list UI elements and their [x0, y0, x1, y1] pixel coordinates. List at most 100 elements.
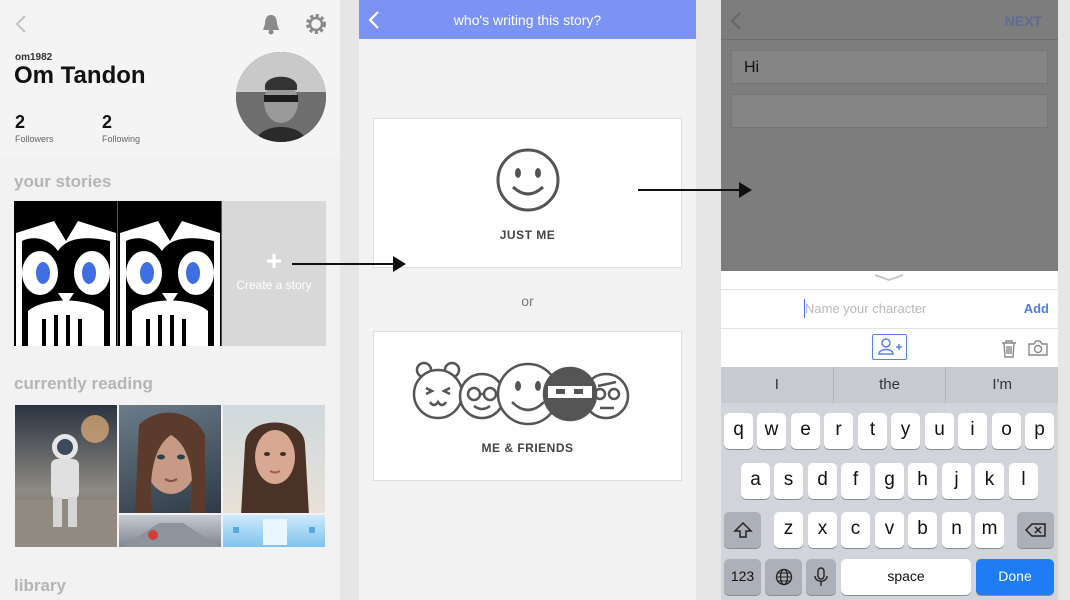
back-chevron-icon[interactable]	[729, 11, 743, 31]
key-w[interactable]: w	[757, 413, 786, 449]
space-key[interactable]: space	[841, 559, 971, 595]
story-cover[interactable]	[118, 201, 222, 346]
key-s[interactable]: s	[774, 463, 803, 499]
key-v[interactable]: v	[875, 512, 904, 548]
add-person-icon	[878, 338, 902, 355]
your-stories-title: your stories	[14, 172, 112, 191]
key-l[interactable]: l	[1009, 463, 1038, 499]
story-line[interactable]: Hi	[731, 50, 1048, 84]
book-cover[interactable]	[222, 514, 326, 548]
shift-key[interactable]	[724, 512, 761, 548]
key-p[interactable]: p	[1025, 413, 1054, 449]
globe-icon	[775, 568, 792, 586]
done-key[interactable]: Done	[976, 559, 1054, 595]
next-button[interactable]: NEXT	[1005, 13, 1042, 29]
followers-stat[interactable]: 2 Followers	[15, 112, 54, 144]
page-title: who's writing this story?	[453, 12, 602, 28]
following-stat[interactable]: 2 Following	[102, 112, 140, 144]
create-story-button[interactable]: + Create a story	[222, 201, 326, 346]
screen-gutter	[696, 0, 721, 600]
astronaut-image	[15, 415, 117, 547]
key-i[interactable]: i	[958, 413, 987, 449]
key-r[interactable]: r	[824, 413, 853, 449]
keyboard: I the I'm q w e r t y u i o p a s d f g …	[721, 367, 1058, 600]
character-name-bar: Add	[721, 289, 1058, 329]
key-q[interactable]: q	[724, 413, 753, 449]
character-screen: NEXT Hi Add I the I'm q w e	[721, 0, 1058, 600]
or-divider: or	[521, 293, 534, 309]
key-f[interactable]: f	[841, 463, 870, 499]
backspace-key[interactable]	[1017, 512, 1054, 548]
story-cover[interactable]	[14, 201, 118, 346]
suggestion-bar: I the I'm	[721, 367, 1058, 403]
screen-gutter	[340, 0, 359, 600]
me-and-friends-option[interactable]: ME & FRIENDS	[373, 331, 682, 481]
suggestion-item[interactable]: I'm	[946, 367, 1058, 403]
key-k[interactable]: k	[975, 463, 1004, 499]
book-cover[interactable]	[14, 404, 118, 548]
flow-arrow	[292, 256, 406, 272]
key-j[interactable]: j	[942, 463, 971, 499]
key-a[interactable]: a	[741, 463, 770, 499]
story-line-text: Hi	[744, 59, 760, 76]
story-line-empty[interactable]	[731, 94, 1048, 128]
key-g[interactable]: g	[875, 463, 904, 499]
key-t[interactable]: t	[858, 413, 887, 449]
profile-topbar	[0, 0, 340, 48]
writer-select-header: who's writing this story?	[359, 0, 696, 39]
followers-count: 2	[15, 112, 26, 132]
add-person-button[interactable]	[872, 334, 907, 360]
key-m[interactable]: m	[975, 512, 1004, 548]
following-label: Following	[102, 134, 141, 144]
back-chevron-icon[interactable]	[12, 12, 32, 36]
owl-cover-art	[16, 221, 116, 346]
plus-icon: +	[265, 245, 283, 276]
writer-select-screen: who's writing this story? JUST ME or ME …	[359, 0, 696, 600]
book-cover[interactable]	[118, 404, 222, 514]
screen-gutter	[1058, 0, 1070, 600]
just-me-option[interactable]: JUST ME	[373, 118, 682, 268]
key-n[interactable]: n	[942, 512, 971, 548]
flow-arrow	[638, 182, 752, 198]
woman-portrait-image	[135, 412, 205, 513]
microphone-key[interactable]	[806, 559, 836, 595]
avatar[interactable]	[236, 52, 326, 142]
numbers-key[interactable]: 123	[724, 559, 761, 595]
chevron-down-icon[interactable]	[873, 273, 905, 283]
key-y[interactable]: y	[891, 413, 920, 449]
me-and-friends-label: ME & FRIENDS	[481, 441, 574, 455]
key-d[interactable]: d	[808, 463, 837, 499]
your-stories-row: + Create a story	[14, 201, 326, 346]
key-c[interactable]: c	[841, 512, 870, 548]
key-h[interactable]: h	[908, 463, 937, 499]
trash-icon[interactable]	[1000, 339, 1018, 358]
road-image	[122, 523, 220, 547]
bell-icon[interactable]	[260, 12, 282, 36]
key-u[interactable]: u	[925, 413, 954, 449]
currently-reading-grid	[14, 404, 326, 548]
backspace-icon	[1024, 523, 1046, 537]
book-cover[interactable]	[118, 514, 222, 548]
character-name-input[interactable]	[805, 301, 985, 316]
suggestion-item[interactable]: the	[834, 367, 947, 403]
camera-icon[interactable]	[1028, 339, 1048, 357]
globe-key[interactable]	[765, 559, 802, 595]
key-o[interactable]: o	[992, 413, 1021, 449]
gear-icon[interactable]	[304, 12, 328, 36]
profile-screen: om1982 Om Tandon 2 Followers 2 Following…	[0, 0, 340, 600]
key-x[interactable]: x	[808, 512, 837, 548]
smiley-face-icon	[496, 148, 560, 212]
book-cover[interactable]	[222, 404, 326, 514]
key-e[interactable]: e	[791, 413, 820, 449]
dimmed-story-area: NEXT Hi	[721, 0, 1058, 271]
avatar-photo	[236, 52, 326, 142]
user-name: Om Tandon	[14, 62, 146, 89]
shift-icon	[732, 521, 753, 538]
suggestion-item[interactable]: I	[721, 367, 834, 403]
hallway-image	[233, 519, 315, 545]
key-b[interactable]: b	[908, 512, 937, 548]
add-button[interactable]: Add	[1024, 301, 1049, 316]
key-z[interactable]: z	[774, 512, 803, 548]
girl-portrait-image	[241, 422, 309, 513]
character-tools	[721, 329, 1058, 367]
